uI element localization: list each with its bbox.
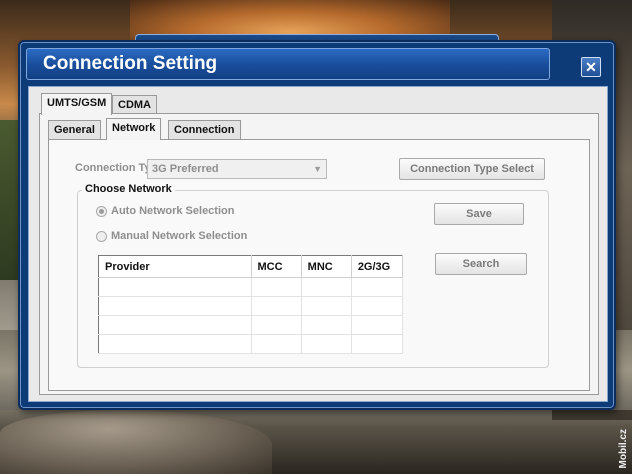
connection-type-value: 3G Preferred bbox=[152, 163, 219, 175]
connection-type-select-button[interactable]: Connection Type Select bbox=[399, 158, 545, 180]
manual-network-radio[interactable] bbox=[96, 230, 107, 242]
choose-network-title: Choose Network bbox=[82, 183, 175, 195]
table-row[interactable] bbox=[98, 296, 404, 316]
connection-type-select[interactable]: 3G Preferred ▼ bbox=[147, 159, 327, 179]
tab-umts-gsm[interactable]: UMTS/GSM bbox=[41, 93, 113, 115]
dialog-content: UMTS/GSM CDMA General Network Connection… bbox=[28, 86, 608, 402]
wallpaper-rock-bottom bbox=[0, 410, 272, 474]
table-row[interactable] bbox=[98, 277, 404, 297]
table-row[interactable] bbox=[98, 334, 404, 354]
column-mcc[interactable]: MCC bbox=[251, 255, 302, 278]
dialog-title: Connection Setting bbox=[43, 53, 218, 74]
tab-network[interactable]: Network bbox=[106, 118, 162, 140]
column-provider[interactable]: Provider bbox=[98, 255, 252, 278]
umts-gsm-panel: General Network Connection Connection Ty… bbox=[39, 113, 599, 395]
table-row[interactable] bbox=[98, 315, 404, 335]
connection-setting-dialog: Connection Setting ✕ UMTS/GSM CDMA Gener… bbox=[18, 40, 616, 410]
manual-network-selection-option[interactable]: Manual Network Selection bbox=[96, 230, 247, 242]
title-bar[interactable]: Connection Setting bbox=[26, 48, 550, 80]
auto-network-selection-option[interactable]: Auto Network Selection bbox=[96, 205, 234, 217]
tab-connection[interactable]: Connection bbox=[168, 120, 241, 140]
tab-general[interactable]: General bbox=[48, 120, 101, 140]
search-button[interactable]: Search bbox=[435, 253, 527, 275]
manual-network-label: Manual Network Selection bbox=[111, 230, 248, 242]
save-button[interactable]: Save bbox=[434, 203, 524, 225]
auto-network-radio[interactable] bbox=[96, 205, 107, 217]
close-icon: ✕ bbox=[585, 59, 597, 75]
provider-table-header: Provider MCC MNC 2G/3G bbox=[98, 255, 404, 278]
chevron-down-icon: ▼ bbox=[313, 164, 322, 174]
provider-table[interactable]: Provider MCC MNC 2G/3G bbox=[98, 255, 404, 354]
column-2g3g[interactable]: 2G/3G bbox=[351, 255, 404, 278]
choose-network-group: Choose Network Auto Network Selection Ma… bbox=[77, 183, 549, 368]
close-button[interactable]: ✕ bbox=[581, 57, 601, 77]
tab-cdma[interactable]: CDMA bbox=[112, 95, 157, 115]
watermark: Mobil.cz bbox=[618, 428, 629, 468]
column-mnc[interactable]: MNC bbox=[301, 255, 352, 278]
network-panel: Connection Type 3G Preferred ▼ Connectio… bbox=[48, 139, 590, 391]
auto-network-label: Auto Network Selection bbox=[111, 205, 235, 217]
